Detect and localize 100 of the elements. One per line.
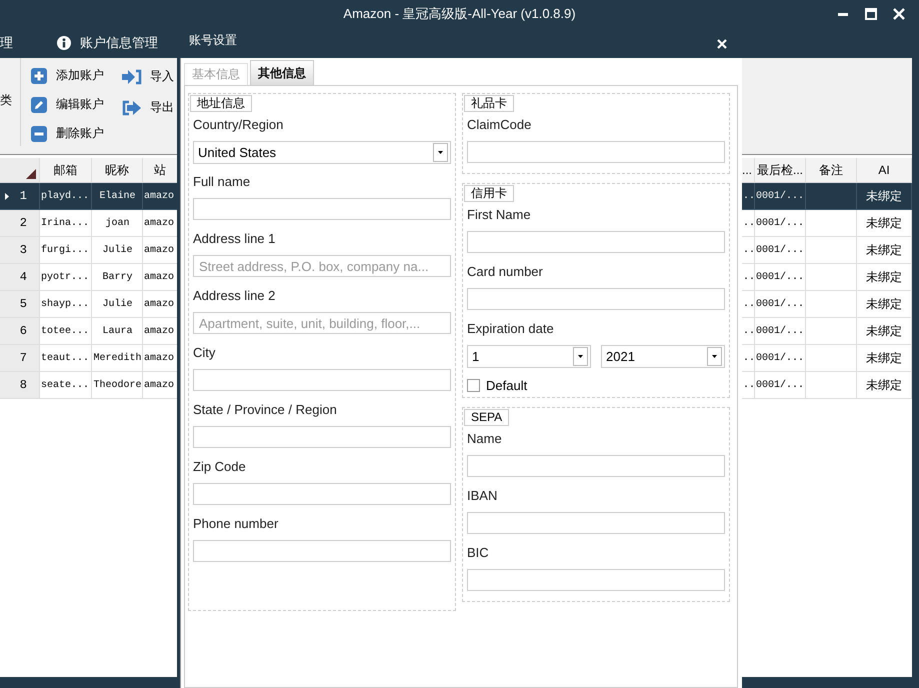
- toolbar-button[interactable]: 导出: [122, 99, 174, 116]
- field-label: Address line 2: [193, 287, 276, 305]
- dropdown[interactable]: United States: [193, 141, 451, 164]
- table-cell: Barry: [92, 264, 143, 291]
- table-row[interactable]: ..0001/... 未绑定: [742, 264, 912, 291]
- input-field[interactable]: [467, 231, 725, 253]
- table-cell: 0001/...: [755, 210, 806, 237]
- maximize-icon[interactable]: [865, 8, 877, 20]
- table-row[interactable]: 2 Irina... joan amazo: [0, 210, 177, 237]
- toolbar-button[interactable]: 添加账户: [31, 67, 104, 84]
- table-cell: amazo: [143, 372, 177, 399]
- row-header: 3: [0, 237, 40, 264]
- caret-icon: [438, 151, 443, 154]
- table-row[interactable]: 3 furgi... Julie amazo: [0, 237, 177, 264]
- table-row[interactable]: ..0001/... 未绑定: [742, 372, 912, 399]
- table-cell: seate...: [40, 372, 92, 399]
- input-field[interactable]: Street address, P.O. box, company na...: [193, 255, 451, 277]
- toolbar-button[interactable]: 删除账户: [31, 125, 104, 142]
- export-arrow-icon: [122, 100, 142, 116]
- table-cell: Julie: [92, 291, 143, 318]
- table-cell: furgi...: [40, 237, 92, 264]
- input-field[interactable]: [467, 455, 725, 477]
- window-title: Amazon - 皇冠高级版-All-Year (v1.0.8.9): [343, 4, 576, 22]
- close-icon[interactable]: [717, 39, 727, 49]
- table-cell: 未绑定: [857, 237, 912, 264]
- row-header: 8: [0, 372, 40, 399]
- table-cell: 0001/...: [755, 372, 806, 399]
- input-field[interactable]: [467, 141, 725, 163]
- nav-item[interactable]: 账户信息管理: [57, 34, 158, 52]
- checkbox-label: Default: [486, 378, 528, 393]
- table-cell: ..: [742, 264, 755, 291]
- table-cell: ..: [742, 183, 755, 210]
- field-label: Full name: [193, 173, 252, 191]
- table-row[interactable]: 1 playd... Elaine amazo: [0, 183, 177, 210]
- input-field[interactable]: [193, 198, 451, 220]
- field-label: Zip Code: [193, 458, 247, 476]
- field-label: ClaimCode: [467, 116, 532, 134]
- input-field[interactable]: [193, 369, 451, 391]
- table-row[interactable]: 6 totee... Laura amazo: [0, 318, 177, 345]
- info-icon: [57, 36, 71, 50]
- minus-icon: [31, 126, 47, 142]
- current-row-icon: [5, 193, 9, 200]
- table-row[interactable]: ..0001/... 未绑定: [742, 318, 912, 345]
- field-label: Name: [467, 430, 503, 448]
- table-cell: pyotr...: [40, 264, 92, 291]
- input-field[interactable]: [467, 512, 725, 534]
- table-cell: totee...: [40, 318, 92, 345]
- input-field[interactable]: [467, 288, 725, 310]
- year-dropdown[interactable]: 2021: [601, 345, 725, 368]
- table-row[interactable]: 4 pyotr... Barry amazo: [0, 264, 177, 291]
- input-field[interactable]: [193, 483, 451, 505]
- field-label: Phone number: [193, 515, 280, 533]
- table-cell: amazo: [143, 210, 177, 237]
- field-label: Address line 1: [193, 230, 276, 248]
- table-row[interactable]: ..0001/... 未绑定: [742, 237, 912, 264]
- table-row[interactable]: 5 shayp... Julie amazo: [0, 291, 177, 318]
- group-legend: 地址信息: [190, 95, 252, 112]
- dialog-title: 账号设置: [189, 32, 237, 49]
- table-cell: Irina...: [40, 210, 92, 237]
- table-cell: amazo: [143, 291, 177, 318]
- table-cell: amazo: [143, 345, 177, 372]
- toolbar-group-label: 类: [0, 92, 10, 109]
- table-cell: 未绑定: [857, 291, 912, 318]
- table-cell: ..: [742, 318, 755, 345]
- month-dropdown[interactable]: 1: [467, 345, 591, 368]
- table-row[interactable]: ..0001/... 未绑定: [742, 345, 912, 372]
- table-cell: shayp...: [40, 291, 92, 318]
- table-cell: 未绑定: [857, 318, 912, 345]
- table-cell: ..: [742, 291, 755, 318]
- table-cell: amazo: [143, 318, 177, 345]
- field-label: First Name: [467, 206, 532, 224]
- table-cell: ..: [742, 237, 755, 264]
- field-label: Card number: [467, 263, 544, 281]
- table-cell: 0001/...: [755, 345, 806, 372]
- import-arrow-icon: [122, 68, 142, 84]
- table-cell: ..: [742, 372, 755, 399]
- row-header: 2: [0, 210, 40, 237]
- checkbox[interactable]: [467, 379, 480, 392]
- table-cell: playd...: [40, 183, 92, 210]
- input-field[interactable]: [467, 569, 725, 591]
- table-cell: 0001/...: [755, 318, 806, 345]
- input-field[interactable]: [193, 540, 451, 562]
- nav-item[interactable]: 理: [0, 34, 13, 52]
- table-row[interactable]: ..0001/... 未绑定: [742, 183, 912, 210]
- toolbar-button[interactable]: 导入: [122, 68, 174, 85]
- input-field[interactable]: Apartment, suite, unit, building, floor,...: [193, 312, 451, 334]
- table-row[interactable]: ..0001/... 未绑定: [742, 291, 912, 318]
- caret-icon: [578, 355, 583, 358]
- table-row[interactable]: 8 seate... Theodore amazo: [0, 372, 177, 399]
- table-cell: 未绑定: [857, 183, 912, 210]
- table-cell: Meredith: [92, 345, 143, 372]
- table-row[interactable]: 7 teaut... Meredith amazo: [0, 345, 177, 372]
- tab[interactable]: 其他信息: [250, 60, 314, 85]
- close-icon[interactable]: [893, 8, 905, 20]
- table-cell: Theodore: [92, 372, 143, 399]
- group-legend: SEPA: [464, 409, 510, 426]
- toolbar-button[interactable]: 编辑账户: [31, 96, 104, 113]
- input-field[interactable]: [193, 426, 451, 448]
- field-label: BIC: [467, 544, 490, 562]
- table-row[interactable]: ..0001/... 未绑定: [742, 210, 912, 237]
